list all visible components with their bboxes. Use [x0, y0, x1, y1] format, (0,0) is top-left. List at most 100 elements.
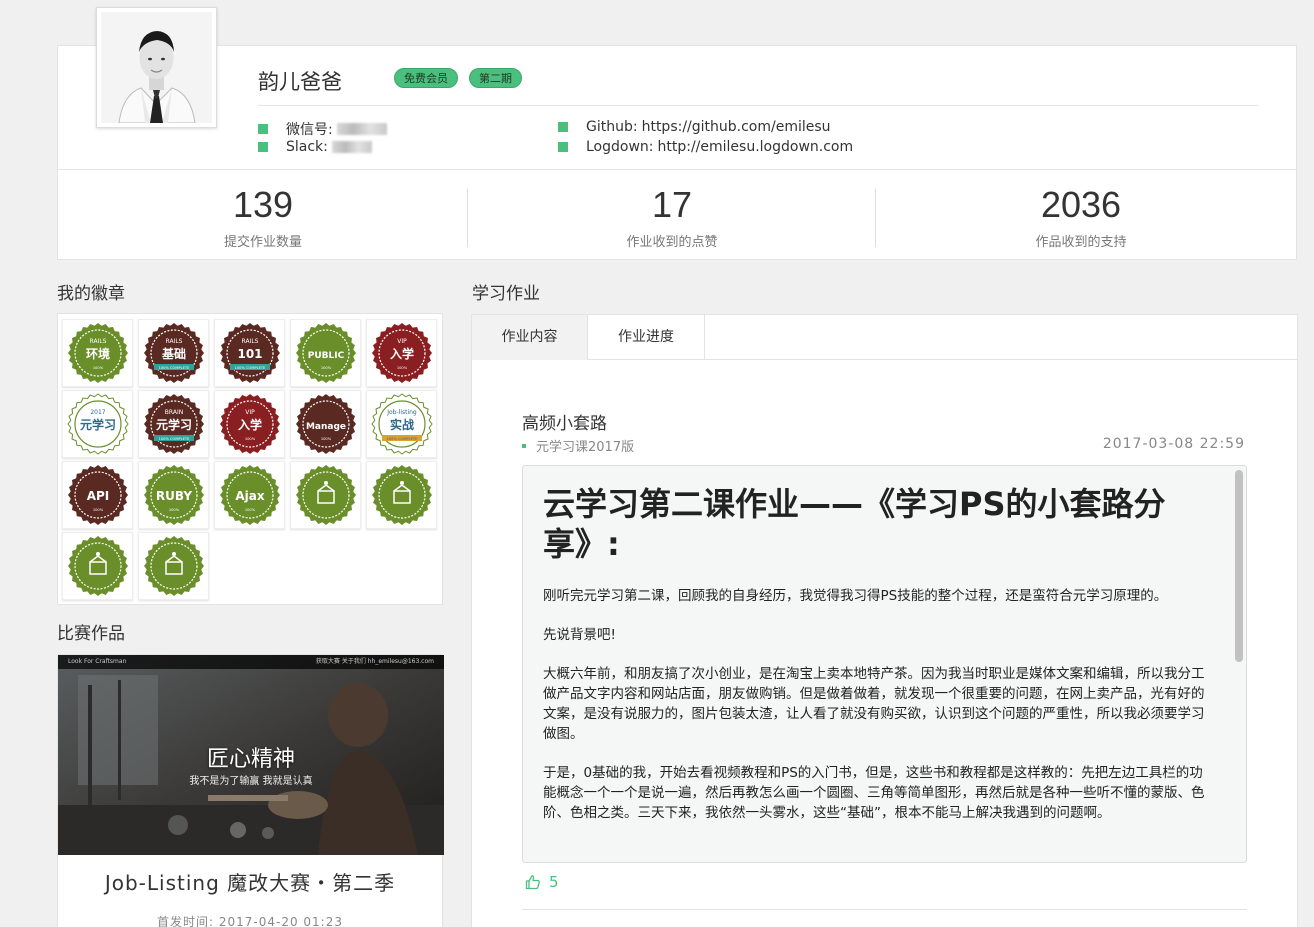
- competition-image[interactable]: Look For Craftsman 获取大赛 关于我们 hh_emilesu@…: [58, 655, 444, 855]
- svg-text:100%: 100%: [92, 366, 103, 370]
- badge-emblem-icon: RAILS环境 100%: [67, 323, 128, 383]
- competition-name[interactable]: Job-Listing 魔改大赛・第二季: [58, 867, 442, 896]
- article-paragraph: 先说背景吧!: [543, 627, 616, 643]
- article-content: 云学习第二课作业——《学习PS的小套路分享》: 刚听完元学习第二课，回顾我的自身…: [543, 484, 1215, 842]
- homework-tabs: 作业内容 作业进度: [472, 315, 1297, 360]
- svg-text:VIP: VIP: [397, 338, 407, 345]
- badge-emblem-icon: PUBLIC 100%: [295, 323, 356, 383]
- cohort-badge: 第二期: [469, 68, 522, 88]
- wechat-label: 微信号:: [286, 122, 333, 138]
- homework-title[interactable]: 高频小套路: [522, 409, 607, 434]
- competition-nav-left: Look For Craftsman: [68, 658, 127, 665]
- article-heading: 云学习第二课作业——《学习PS的小套路分享》:: [543, 485, 1166, 563]
- svg-text:101: 101: [237, 347, 262, 361]
- stat-label: 作品收到的支持: [1035, 235, 1127, 250]
- bullet-icon: [558, 142, 568, 152]
- badge-item[interactable]: Ajax 100%: [214, 461, 285, 529]
- badge-emblem-icon: 2017元学习: [66, 393, 129, 455]
- github-link[interactable]: https://github.com/emilesu: [642, 119, 831, 135]
- badge-item[interactable]: RAILS 101 100% COMPLETE: [214, 319, 285, 387]
- article-paragraph: 于是，0基础的我，开始去看视频教程和PS的入门书，但是，这些书和教程都是这样教的…: [543, 765, 1205, 821]
- svg-text:2017: 2017: [90, 409, 105, 416]
- tab-homework-content[interactable]: 作业内容: [472, 315, 588, 360]
- stat-support: 2036 作品收到的支持: [876, 183, 1286, 250]
- competition-overlay-title: 匠心精神: [206, 747, 295, 772]
- badge-item[interactable]: [290, 461, 361, 529]
- svg-text:入学: 入学: [237, 417, 261, 432]
- svg-text:100% COMPLETE: 100% COMPLETE: [234, 366, 265, 370]
- competition-card[interactable]: Look For Craftsman 获取大赛 关于我们 hh_emilesu@…: [57, 654, 444, 927]
- wechat-value-blurred: [336, 123, 387, 135]
- homework-time: 2017-03-08 22:59: [1102, 436, 1245, 452]
- badge-emblem-icon: Job-listing实战 100% COMPLETE: [370, 393, 433, 455]
- svg-text:元学习: 元学习: [155, 417, 191, 432]
- avatar[interactable]: [96, 7, 217, 128]
- svg-text:入学: 入学: [389, 346, 413, 361]
- badge-item[interactable]: VIP 入学 100%: [214, 390, 285, 458]
- competition-nav-right: 获取大赛 关于我们 hh_emilesu@163.com: [315, 658, 434, 665]
- homework-panel: 作业内容 作业进度 高频小套路 元学习课2017版 2017-03-08 22:…: [471, 314, 1298, 927]
- badge-item[interactable]: [62, 532, 133, 600]
- thumbs-up-icon: [525, 875, 540, 890]
- slack-value-blurred: [331, 141, 372, 153]
- badge-emblem-icon: API 100%: [67, 465, 128, 525]
- badge-emblem-icon: Ajax 100%: [219, 465, 280, 525]
- user-name: 韵儿爸爸: [258, 70, 342, 94]
- svg-text:100%: 100%: [396, 366, 407, 370]
- badge-item[interactable]: RUBY 100%: [138, 461, 209, 529]
- stats-separator: [58, 169, 1296, 170]
- divider: [258, 105, 1258, 106]
- svg-text:环境: 环境: [85, 346, 109, 361]
- svg-text:Manage: Manage: [305, 422, 345, 432]
- badge-item[interactable]: Job-listing 实战 100% COMPLETE: [366, 390, 437, 458]
- svg-text:RAILS: RAILS: [89, 338, 106, 345]
- competition-overlay-subtitle: 我不是为了输赢 我就是认真: [189, 776, 313, 787]
- contact-logdown[interactable]: Logdown: http://emilesu.logdown.com: [558, 139, 853, 155]
- competition-nav: Look For Craftsman 获取大赛 关于我们 hh_emilesu@…: [58, 655, 444, 669]
- stat-value: 2036: [1040, 184, 1122, 225]
- bullet-icon: [258, 124, 268, 134]
- tab-homework-progress[interactable]: 作业进度: [588, 315, 705, 360]
- logdown-link[interactable]: http://emilesu.logdown.com: [658, 139, 854, 155]
- badge-emblem-icon: VIP入学 100%: [219, 394, 280, 454]
- badge-item[interactable]: RAILS 环境 100%: [62, 319, 133, 387]
- badge-emblem-icon: Manage 100%: [295, 394, 356, 454]
- svg-text:VIP: VIP: [245, 409, 255, 416]
- badges-section-title: 我的徽章: [57, 284, 125, 304]
- badge-item[interactable]: BRAIN 元学习 100% COMPLETE: [138, 390, 209, 458]
- badge-item[interactable]: API 100%: [62, 461, 133, 529]
- stat-label: 提交作业数量: [223, 235, 302, 250]
- article-paragraph: 刚听完元学习第二课，回顾我的自身经历，我觉得我习得PS技能的整个过程，还是蛮符合…: [543, 588, 1168, 604]
- badge-item[interactable]: PUBLIC 100%: [290, 319, 361, 387]
- homework-section-title: 学习作业: [472, 284, 540, 304]
- svg-text:100%: 100%: [168, 508, 179, 512]
- badge-item[interactable]: 2017 元学习: [62, 390, 133, 458]
- bullet-icon: [558, 122, 568, 132]
- badge-item[interactable]: Manage 100%: [290, 390, 361, 458]
- badge-emblem-icon: [371, 465, 432, 525]
- badge-emblem-icon: RUBY 100%: [143, 465, 204, 525]
- badge-item[interactable]: RAILS 基础 100% COMPLETE: [138, 319, 209, 387]
- svg-text:API: API: [86, 489, 109, 503]
- github-label: Github:: [586, 119, 638, 135]
- avatar-portrait: [101, 12, 212, 123]
- stat-likes: 17 作业收到的点赞: [467, 183, 877, 250]
- contact-wechat: 微信号:: [258, 119, 387, 139]
- contact-github[interactable]: Github: https://github.com/emilesu: [558, 119, 831, 135]
- badge-item[interactable]: VIP 入学 100%: [366, 319, 437, 387]
- badge-item[interactable]: [138, 532, 209, 600]
- badge-emblem-icon: [143, 536, 204, 596]
- badge-item[interactable]: [366, 461, 437, 529]
- badge-emblem-icon: [67, 536, 128, 596]
- badge-emblem-icon: BRAIN元学习 100% COMPLETE: [143, 394, 204, 454]
- competition-section-title: 比赛作品: [57, 624, 125, 644]
- article-paragraph: 大概六年前，和朋友搞了次小创业，是在淘宝上卖本地特产茶。因为我当时职业是媒体文案…: [543, 666, 1205, 742]
- svg-text:RUBY: RUBY: [155, 489, 191, 503]
- article-scrollbar[interactable]: [1235, 470, 1243, 858]
- like-button[interactable]: 5: [525, 873, 559, 891]
- svg-text:RAILS: RAILS: [241, 338, 258, 345]
- scrollbar-thumb[interactable]: [1235, 470, 1243, 662]
- slack-label: Slack:: [286, 139, 328, 155]
- contact-slack: Slack:: [258, 139, 372, 155]
- article-box[interactable]: 云学习第二课作业——《学习PS的小套路分享》: 刚听完元学习第二课，回顾我的自身…: [522, 465, 1247, 863]
